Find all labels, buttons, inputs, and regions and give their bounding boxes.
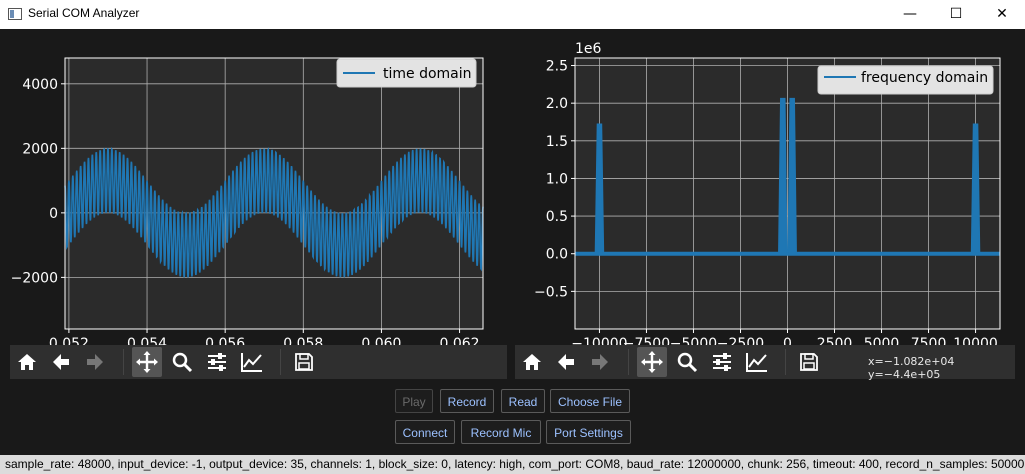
y-tick-label: 2.0 [546, 96, 568, 112]
configure-subplots-icon[interactable] [707, 347, 737, 377]
minimize-button[interactable]: — [887, 0, 933, 29]
freq-plot-legend: frequency domain [817, 65, 994, 95]
x-tick-label: 5000 [864, 336, 900, 345]
x-tick-label: −2500 [717, 336, 764, 345]
forward-arrow-icon[interactable] [585, 347, 615, 377]
edit-axis-icon[interactable] [237, 347, 267, 377]
toolbar-separator [785, 349, 786, 375]
edit-axis-icon[interactable] [742, 347, 772, 377]
y-tick-label: −0.5 [534, 284, 568, 300]
x-tick-label: 0.058 [283, 336, 323, 345]
x-tick-label: 7500 [911, 336, 947, 345]
status-bar: sample_rate: 48000, input_device: -1, ou… [0, 455, 1025, 474]
figure-canvas[interactable]: 0.052 0.054 0.056 0.058 0.060 0.062 4000 2000 0 −… [0, 29, 1025, 345]
home-icon[interactable] [517, 347, 547, 377]
time-plot-toolbar [10, 345, 507, 379]
app-window-icon [8, 8, 22, 20]
toolbar-separator [628, 349, 629, 375]
play-button[interactable]: Play [395, 389, 433, 413]
port-settings-button[interactable]: Port Settings [546, 420, 631, 444]
pan-icon[interactable] [132, 347, 162, 377]
x-tick-label: 0.056 [205, 336, 245, 345]
y-tick-label: 0 [49, 206, 58, 222]
y-tick-label: 4000 [22, 77, 58, 93]
zoom-icon[interactable] [167, 347, 197, 377]
toolbar-separator [280, 349, 281, 375]
y-tick-label: 1.5 [546, 134, 568, 150]
save-icon[interactable] [794, 347, 824, 377]
x-tick-label: 0.054 [127, 336, 167, 345]
back-arrow-icon[interactable] [551, 347, 581, 377]
configure-subplots-icon[interactable] [202, 347, 232, 377]
time-plot-legend: time domain [336, 58, 477, 88]
maximize-button[interactable]: ☐ [933, 0, 979, 29]
x-tick-label: 2500 [817, 336, 853, 345]
forward-arrow-icon[interactable] [80, 347, 110, 377]
x-tick-label: 0.062 [440, 336, 480, 345]
connect-button[interactable]: Connect [395, 420, 455, 444]
x-tick-label: −5000 [670, 336, 717, 345]
y-tick-label: 2.5 [546, 59, 568, 75]
y-tick-label: −2000 [11, 270, 58, 286]
title-bar: Serial COM Analyzer — ☐ ✕ [0, 0, 1025, 29]
record-mic-button[interactable]: Record Mic [461, 420, 541, 444]
close-button[interactable]: ✕ [979, 0, 1025, 29]
x-tick-label: −7500 [623, 336, 670, 345]
x-tick-label: 0.052 [49, 336, 89, 345]
y-tick-label: 0.0 [546, 247, 568, 263]
pan-icon[interactable] [637, 347, 667, 377]
read-button[interactable]: Read [501, 389, 545, 413]
freq-peak [594, 123, 605, 255]
x-tick-label: 0.060 [361, 336, 401, 345]
toolbar-separator [123, 349, 124, 375]
freq-peak [787, 97, 797, 255]
home-icon[interactable] [12, 347, 42, 377]
y-tick-label: 2000 [22, 141, 58, 157]
record-button[interactable]: Record [440, 389, 494, 413]
choose-file-button[interactable]: Choose File [550, 389, 630, 413]
window-title: Serial COM Analyzer [28, 6, 140, 20]
freq-peak [778, 97, 788, 255]
y-tick-label: 0.5 [546, 209, 568, 225]
x-tick-label: −10000 [571, 336, 627, 345]
freq-plot-scale-label: 1e6 [575, 41, 602, 57]
coordinate-readout: x=−1.082e+04 y=−4.4e+05 [868, 355, 955, 381]
back-arrow-icon[interactable] [46, 347, 76, 377]
x-tick-label: 0 [783, 336, 792, 345]
freq-peak [970, 123, 981, 255]
legend-label-time: time domain [383, 66, 472, 82]
save-icon[interactable] [289, 347, 319, 377]
zoom-icon[interactable] [672, 347, 702, 377]
y-tick-label: 1.0 [546, 171, 568, 187]
x-tick-label: 10000 [953, 336, 998, 345]
legend-label-freq: frequency domain [861, 70, 988, 86]
